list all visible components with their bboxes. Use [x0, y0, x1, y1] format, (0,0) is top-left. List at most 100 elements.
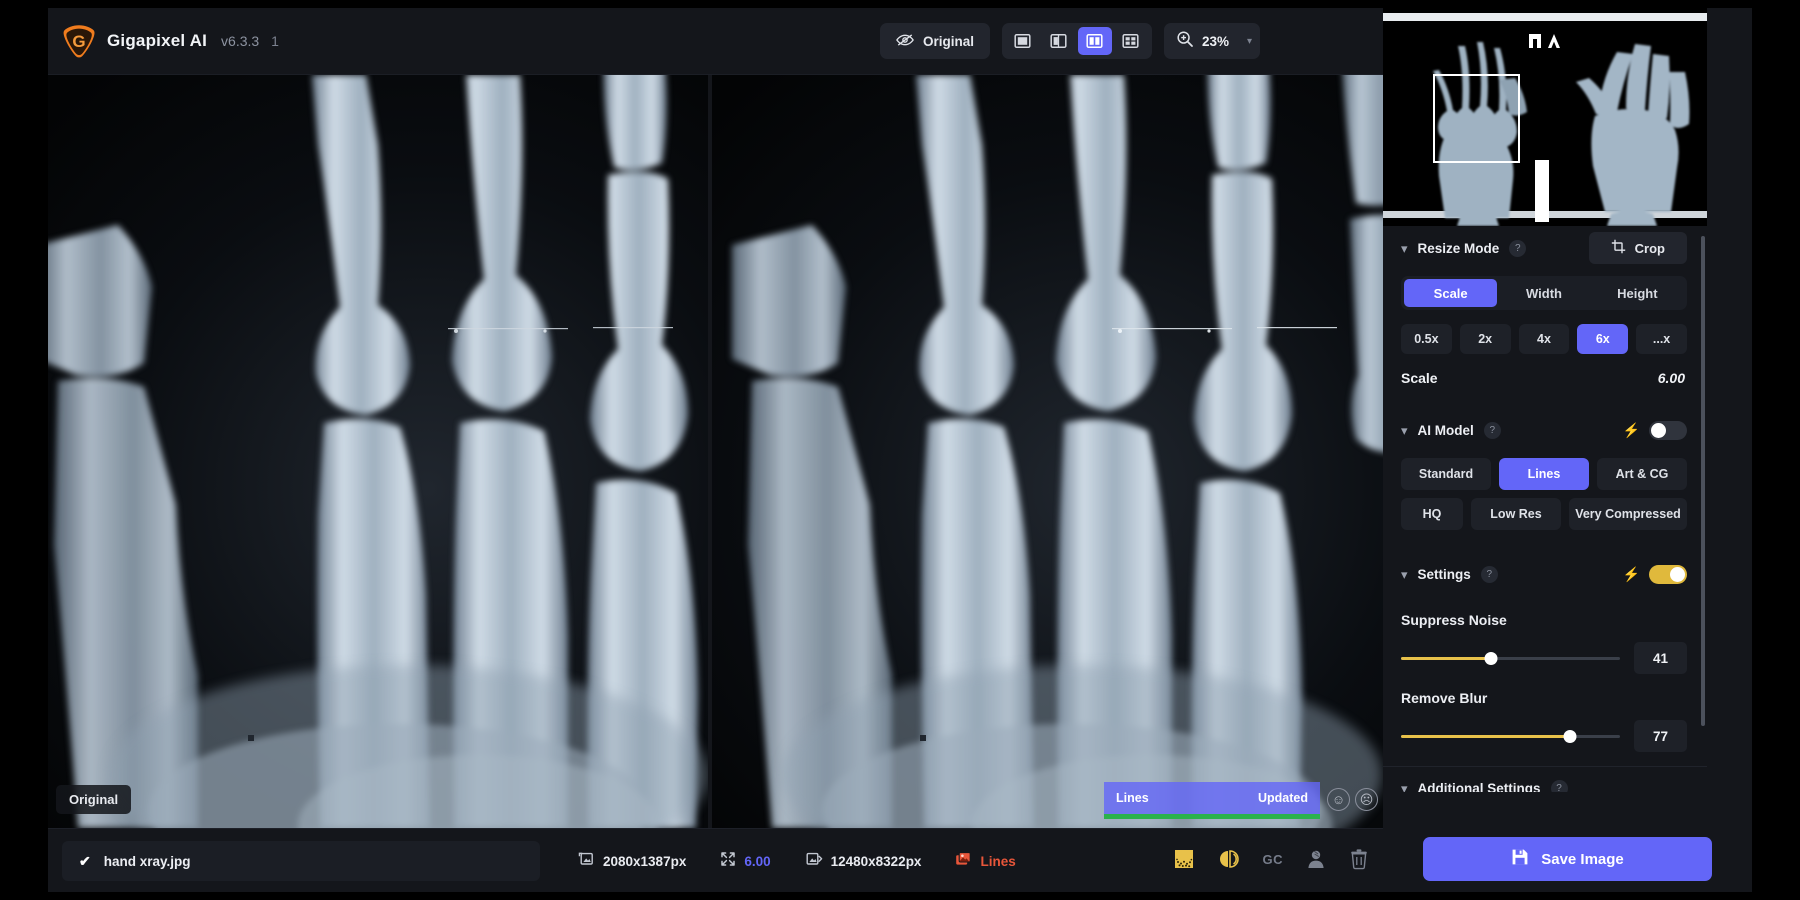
ai-model-title: AI Model — [1417, 422, 1474, 438]
crop-button[interactable]: Crop — [1588, 232, 1687, 264]
split-pane-icon[interactable] — [1042, 27, 1076, 55]
smiley-neutral-icon[interactable]: ☹ — [1355, 788, 1378, 811]
ai-model-hq[interactable]: HQ — [1401, 498, 1463, 530]
status-bar: ✔ hand xray.jpg 2080x1387px 6.00 12480x8… — [48, 828, 1383, 892]
viewer-split-divider[interactable] — [708, 75, 712, 828]
model-metric: Lines — [955, 851, 1016, 872]
smiley-happy-icon[interactable]: ☺ — [1327, 788, 1350, 811]
magnifier-plus-icon — [1176, 30, 1194, 53]
settings-help-icon[interactable]: ? — [1480, 565, 1498, 583]
resize-mode-scale[interactable]: Scale — [1404, 279, 1498, 307]
toolbar-right-cluster: Original 23% ▾ — [879, 23, 1260, 59]
grain-preview-icon[interactable] — [1173, 848, 1195, 870]
xray-image-processed — [712, 75, 1383, 828]
ai-model-art-cg[interactable]: Art & CG — [1597, 458, 1687, 490]
resize-mode-help-icon[interactable]: ? — [1509, 239, 1527, 257]
navigator-preview[interactable] — [1383, 8, 1707, 226]
suppress-noise-value[interactable]: 41 — [1634, 642, 1687, 674]
scale-preset-custom[interactable]: ...x — [1636, 324, 1687, 354]
image-viewer[interactable]: Original Lines Updated ☺ ☹ — [48, 75, 1383, 828]
filename-label: hand xray.jpg — [103, 853, 191, 869]
chevron-down-icon[interactable]: ▾ — [1247, 36, 1252, 47]
model-name-value: Lines — [980, 854, 1016, 869]
floppy-disk-icon — [1511, 848, 1529, 870]
scale-value-row: Scale 6.00 — [1401, 370, 1685, 386]
gigapixel-app-window: G Gigapixel AI v6.3.3 1 Original 23% ▾ O… — [48, 8, 1752, 892]
save-image-label: Save Image — [1541, 850, 1624, 868]
gigapixel-logo-icon: G — [61, 23, 97, 59]
app-build-suffix: 1 — [271, 33, 279, 49]
settings-section-header: ▾ Settings ? ⚡ — [1383, 552, 1707, 596]
ai-model-lines[interactable]: Lines — [1499, 458, 1589, 490]
zoom-level-value: 23% — [1201, 33, 1229, 49]
resize-mode-height[interactable]: Height — [1591, 279, 1684, 307]
crop-icon — [1611, 239, 1626, 257]
app-title: Gigapixel AI — [107, 31, 208, 50]
file-list-item[interactable]: ✔ hand xray.jpg — [62, 841, 540, 881]
settings-auto-toggle[interactable] — [1649, 564, 1687, 584]
ai-model-row-2: HQ Low Res Very Compressed — [1401, 498, 1687, 530]
two-pane-icon[interactable] — [1077, 27, 1112, 55]
image-out-icon — [805, 851, 823, 872]
zoom-control[interactable]: 23% ▾ — [1163, 23, 1260, 59]
remove-blur-slider-handle[interactable] — [1563, 729, 1577, 743]
scale-value-display: 6.00 — [1657, 370, 1685, 386]
scale-label: Scale — [1401, 370, 1438, 386]
input-size-metric: 2080x1387px — [578, 851, 686, 872]
remove-blur-slider[interactable] — [1401, 729, 1620, 743]
crop-button-label: Crop — [1634, 240, 1665, 256]
ai-model-low-res[interactable]: Low Res — [1471, 498, 1561, 530]
face-recovery-icon[interactable] — [1305, 848, 1327, 870]
resize-mode-width[interactable]: Width — [1497, 279, 1590, 307]
chevron-down-icon[interactable]: ▾ — [1401, 568, 1408, 581]
xray-image-original — [48, 75, 708, 828]
compare-contrast-icon[interactable] — [1217, 848, 1241, 870]
top-toolbar: G Gigapixel AI v6.3.3 1 Original 23% ▾ — [48, 8, 1383, 75]
scale-preset-2x[interactable]: 2x — [1459, 324, 1511, 354]
ai-model-help-icon[interactable]: ? — [1483, 421, 1501, 439]
viewer-pane-original[interactable]: Original — [48, 75, 708, 828]
navigator-viewport-rectangle[interactable] — [1433, 74, 1520, 163]
chevron-down-icon[interactable]: ▾ — [1401, 424, 1408, 437]
scale-preset-0_5x[interactable]: 0.5x — [1401, 324, 1452, 354]
additional-settings-help-icon[interactable]: ? — [1550, 780, 1568, 792]
suppress-noise-slider[interactable] — [1401, 651, 1620, 665]
remove-blur-value[interactable]: 77 — [1634, 720, 1687, 752]
processed-status-badge: Lines Updated — [1104, 782, 1320, 819]
additional-settings-title: Additional Settings — [1417, 781, 1541, 792]
viewer-pane-processed[interactable]: Lines Updated ☺ ☹ — [712, 75, 1383, 828]
trash-icon[interactable] — [1349, 848, 1369, 870]
chevron-down-icon[interactable]: ▾ — [1401, 782, 1408, 792]
panel-scrollbar[interactable] — [1701, 236, 1705, 726]
original-overlay-label: Original — [56, 785, 132, 814]
save-image-button[interactable]: Save Image — [1423, 837, 1712, 881]
resize-mode-segmented-control: Scale Width Height — [1401, 276, 1687, 310]
model-swatch-icon — [955, 851, 972, 872]
scale-preset-4x[interactable]: 4x — [1518, 324, 1570, 354]
panel-scroll-area[interactable]: ▾ Resize Mode ? Crop Scale Width Height … — [1383, 226, 1707, 792]
scale-preset-6x[interactable]: 6x — [1577, 324, 1629, 354]
suppress-noise-slider-handle[interactable] — [1484, 651, 1498, 665]
scale-preset-row: 0.5x 2x 4x 6x ...x — [1401, 324, 1687, 354]
suppress-noise-slider-block: Suppress Noise 41 — [1401, 612, 1687, 674]
check-icon: ✔ — [79, 852, 91, 869]
remove-blur-label: Remove Blur — [1401, 690, 1488, 706]
gc-label[interactable]: GC — [1263, 852, 1284, 867]
scale-metric: 6.00 — [720, 851, 771, 872]
single-pane-icon[interactable] — [1006, 27, 1040, 55]
scale-value: 6.00 — [744, 854, 771, 869]
ai-model-standard[interactable]: Standard — [1401, 458, 1491, 490]
processed-status-text: Updated — [1258, 791, 1308, 805]
remove-blur-slider-block: Remove Blur 77 — [1401, 690, 1687, 752]
input-size-value: 2080x1387px — [603, 854, 687, 869]
grid-pane-icon[interactable] — [1114, 27, 1148, 55]
suppress-noise-label: Suppress Noise — [1401, 612, 1507, 628]
eye-slash-icon — [896, 33, 914, 50]
ai-model-auto-toggle[interactable] — [1649, 420, 1687, 440]
chevron-down-icon[interactable]: ▾ — [1401, 242, 1408, 255]
toggle-original-button[interactable]: Original — [879, 23, 990, 59]
ai-model-very-compressed[interactable]: Very Compressed — [1569, 498, 1687, 530]
processed-model-name: Lines — [1116, 791, 1149, 805]
original-button-label: Original — [922, 33, 974, 49]
navigator-thumbnail-image — [1383, 8, 1707, 226]
